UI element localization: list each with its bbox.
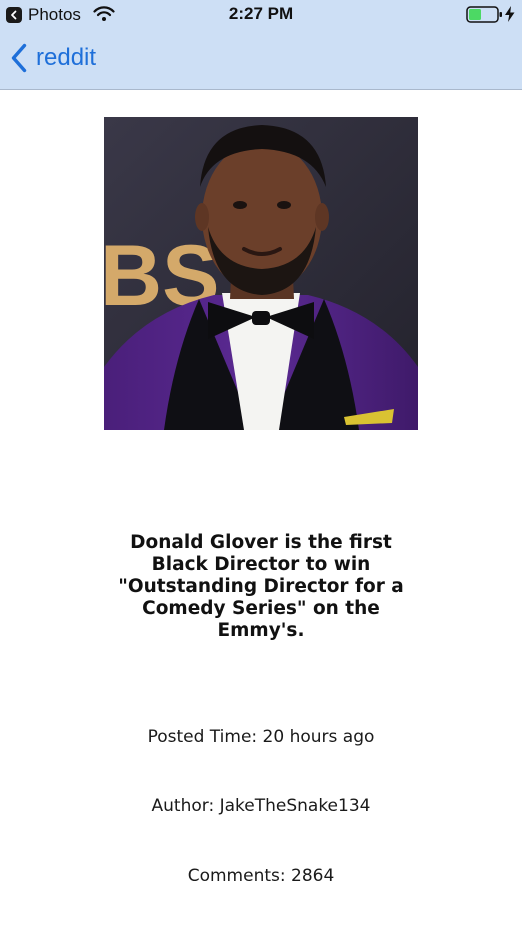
comments-label: Comments: xyxy=(187,866,291,886)
post-detail-screen: Photos 2:27 PM reddit BS Donald Glover i… xyxy=(0,0,522,928)
status-bar: Photos 2:27 PM xyxy=(0,0,522,30)
nav-back-label: reddit xyxy=(36,44,97,71)
charging-bolt-icon xyxy=(505,6,515,26)
author-row: Author: JakeTheSnake134 xyxy=(0,796,522,816)
battery-icon xyxy=(466,6,504,28)
posted-time-label: Posted Time: xyxy=(147,727,263,747)
top-bar: Photos 2:27 PM reddit xyxy=(0,0,522,90)
comments-row: Comments: 2864 xyxy=(0,866,522,886)
status-time: 2:27 PM xyxy=(228,4,294,23)
post-title: Donald Glover is the first Black Directo… xyxy=(118,532,404,641)
posted-time-value: 20 hours ago xyxy=(262,727,375,747)
chevron-left-icon xyxy=(10,43,28,73)
author-label: Author: xyxy=(151,796,220,816)
comments-value: 2864 xyxy=(291,866,335,886)
posted-time-row: Posted Time: 20 hours ago xyxy=(0,727,522,747)
author-value: JakeTheSnake134 xyxy=(219,796,371,816)
post-image: BS xyxy=(104,117,418,430)
nav-back-button[interactable]: reddit xyxy=(10,40,96,76)
